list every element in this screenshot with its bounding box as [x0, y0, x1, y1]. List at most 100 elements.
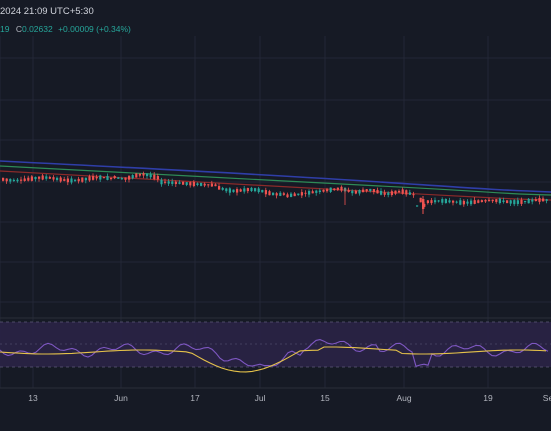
candle-body — [30, 176, 33, 181]
candle-body — [516, 200, 519, 204]
candle-body — [354, 190, 357, 194]
candle-body — [264, 190, 267, 195]
candle-body — [135, 173, 138, 178]
candle-body — [333, 188, 336, 191]
candle-body — [254, 188, 257, 192]
candle-body — [232, 189, 235, 193]
candle-body — [99, 175, 102, 180]
candle-body — [178, 182, 181, 184]
x-tick-label: 15 — [320, 393, 330, 403]
candle-body — [282, 193, 285, 195]
candle-body — [146, 173, 149, 177]
price-chart[interactable]: 13 Jun 17 Jul 15 Aug 19 Se — [0, 0, 551, 431]
candle-body — [185, 182, 188, 185]
candle-body — [279, 192, 282, 196]
candle-body — [110, 177, 113, 180]
x-tick-label: Jul — [255, 393, 266, 403]
candle-body — [275, 193, 278, 196]
candle-body — [70, 178, 73, 183]
x-tick-label: 19 — [483, 393, 493, 403]
candle-body — [218, 186, 221, 190]
candle-body — [189, 182, 192, 186]
candle-body — [81, 177, 84, 182]
candle-body — [506, 200, 509, 203]
candle-body — [293, 193, 296, 197]
candle-body — [300, 192, 303, 196]
candle-body — [203, 183, 206, 186]
candle-body — [398, 190, 401, 193]
candle-body — [16, 179, 19, 182]
candle-body — [23, 178, 26, 182]
candle-body — [524, 201, 527, 203]
candle-body — [376, 189, 379, 194]
candle-body — [311, 191, 314, 194]
candle-body — [448, 200, 451, 203]
candle-body — [534, 199, 537, 202]
candle-body — [239, 189, 242, 192]
candle-body — [304, 192, 307, 194]
candle-body — [257, 188, 260, 193]
candle-body — [128, 176, 131, 180]
candle-body — [84, 177, 87, 181]
candle-body — [430, 200, 433, 204]
candle-body — [286, 194, 289, 198]
candle-body — [459, 200, 462, 205]
candle-body — [527, 198, 530, 204]
candles — [2, 171, 548, 214]
candle-body — [412, 194, 415, 196]
candle-body — [27, 177, 30, 181]
candle-body — [38, 176, 41, 179]
candle-body — [246, 188, 249, 192]
candle-body — [12, 179, 15, 182]
candle-body — [160, 179, 163, 185]
candle-body — [56, 177, 59, 180]
candle-body — [495, 199, 498, 202]
x-tick-label: Se — [543, 393, 551, 403]
candle-body — [221, 187, 224, 190]
candle-body — [498, 198, 501, 204]
candle-body — [236, 189, 239, 193]
candle-body — [437, 200, 440, 202]
candle-body — [174, 181, 177, 185]
candle-body — [513, 200, 516, 205]
x-axis: 13 Jun 17 Jul 15 Aug 19 Se — [0, 387, 551, 403]
candle-body — [315, 190, 318, 193]
candle-body — [308, 190, 311, 195]
x-tick-label: Aug — [396, 393, 411, 403]
candle-body — [120, 178, 123, 180]
candle-body — [340, 186, 343, 191]
candle-body — [290, 193, 293, 197]
candle-body — [9, 179, 12, 182]
candle-body — [444, 198, 447, 204]
candle-body — [318, 190, 321, 193]
candle-body — [380, 190, 383, 195]
candle-body — [167, 181, 170, 184]
candle-body — [225, 188, 228, 192]
candle-body — [156, 176, 159, 180]
candle-body — [509, 200, 512, 204]
candle-body — [45, 176, 48, 179]
candle-body — [470, 200, 473, 205]
candle-body — [149, 174, 152, 178]
candle-body — [138, 173, 141, 176]
candle-body — [405, 190, 408, 195]
candle-body — [243, 188, 246, 192]
candle-body — [372, 189, 375, 192]
x-tick-label: 13 — [28, 393, 38, 403]
candle-body — [362, 189, 365, 193]
candle-body — [422, 199, 425, 209]
candle-body — [297, 193, 300, 195]
candle-body — [153, 174, 156, 180]
candle-body — [63, 179, 66, 181]
candle-body — [77, 178, 80, 182]
candle-body — [192, 181, 195, 187]
candle-body — [102, 177, 105, 179]
candle-body — [196, 183, 199, 185]
candle-body — [124, 177, 127, 180]
candle-body — [261, 189, 264, 193]
candle-body — [59, 177, 62, 182]
candle-body — [488, 199, 491, 202]
candle-body — [491, 199, 494, 202]
candle-body — [531, 199, 534, 202]
candle-body — [52, 177, 55, 180]
